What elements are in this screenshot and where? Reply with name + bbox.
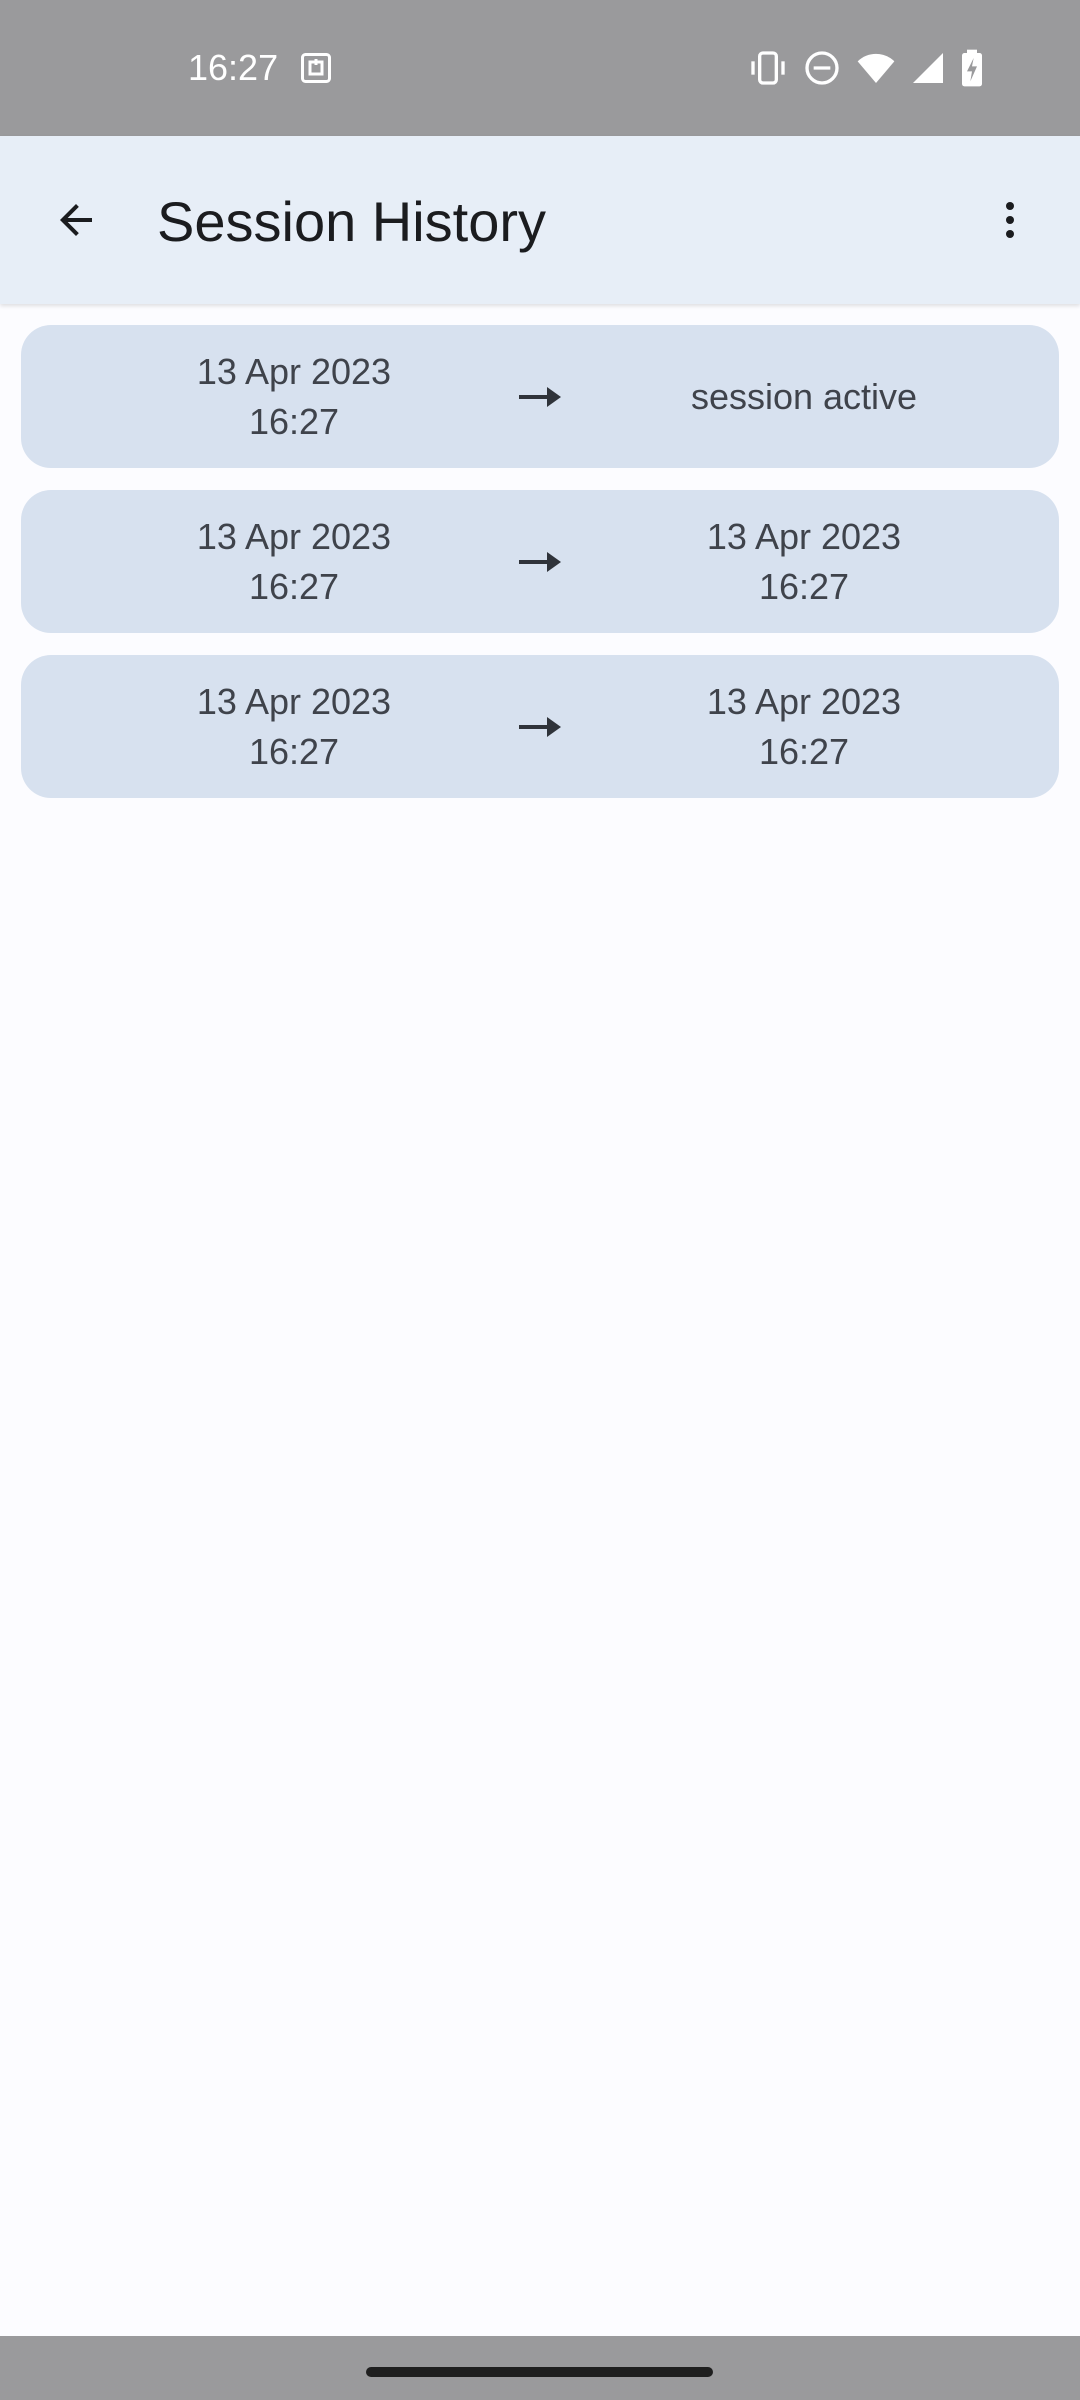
end-date: 13 Apr 2023 [706,680,902,722]
start-date: 13 Apr 2023 [196,350,392,392]
status-icons [748,48,984,88]
back-button[interactable] [28,172,124,268]
session-start: 13 Apr 2023 16:27 [114,490,474,633]
page-title: Session History [157,190,547,253]
back-arrow-icon [60,204,92,236]
end-date: 13 Apr 2023 [706,515,902,557]
status-time: 16:27 [188,47,279,88]
cellular-signal-icon [910,48,946,88]
arrow-right-icon [519,552,561,572]
session-start: 13 Apr 2023 16:27 [114,655,474,798]
status-bar: 16:27 [0,0,1080,136]
session-card[interactable]: 13 Apr 2023 16:27 session active [21,325,1059,468]
start-time: 16:27 [248,400,340,442]
arrow-right-icon [519,387,561,407]
session-end: session active [624,325,984,468]
session-card[interactable]: 13 Apr 2023 16:27 13 Apr 2023 16:27 [21,490,1059,633]
end-status: session active [690,375,918,417]
more-options-button[interactable] [962,172,1058,268]
arrow-right-icon [519,717,561,737]
start-date: 13 Apr 2023 [196,680,392,722]
start-time: 16:27 [248,730,340,772]
start-time: 16:27 [248,565,340,607]
end-time: 16:27 [758,565,850,607]
session-end: 13 Apr 2023 16:27 [624,655,984,798]
end-time: 16:27 [758,730,850,772]
session-card[interactable]: 13 Apr 2023 16:27 13 Apr 2023 16:27 [21,655,1059,798]
home-gesture-handle[interactable] [366,2367,713,2377]
more-vert-icon [1006,202,1014,238]
vibrate-icon [748,48,788,88]
battery-charging-icon [960,48,984,88]
app-bar: Session History [0,136,1080,304]
nfc-icon [301,53,331,83]
session-end: 13 Apr 2023 16:27 [624,490,984,633]
do-not-disturb-icon [802,48,842,88]
wifi-icon [856,48,896,88]
session-list: 13 Apr 2023 16:27 session active 13 Apr … [21,325,1059,820]
session-start: 13 Apr 2023 16:27 [114,325,474,468]
start-date: 13 Apr 2023 [196,515,392,557]
